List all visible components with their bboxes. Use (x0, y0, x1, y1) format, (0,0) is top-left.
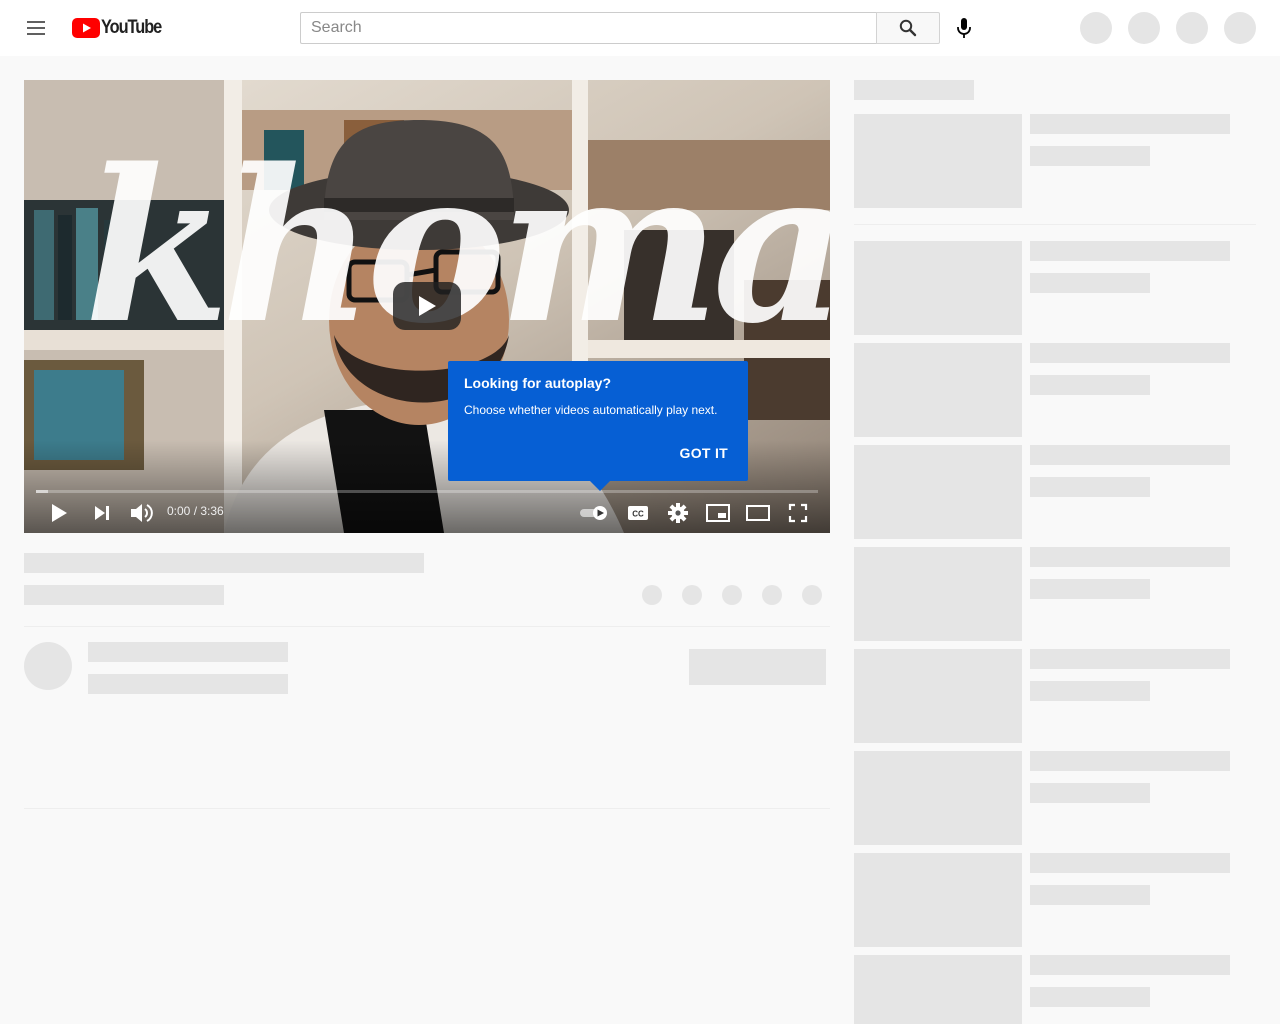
recommended-thumbnail-placeholder[interactable] (854, 751, 1022, 845)
recommended-title-placeholder (1030, 445, 1230, 465)
next-button[interactable] (86, 497, 118, 529)
avatar-placeholder[interactable] (1224, 12, 1256, 44)
captions-button[interactable]: CC (622, 497, 654, 529)
progress-bar-fill (36, 490, 48, 493)
apps-icon-placeholder[interactable] (1128, 12, 1160, 44)
video-title-overlay: khoma (84, 123, 830, 370)
settings-icon (668, 503, 688, 523)
play-button[interactable] (42, 497, 76, 529)
captions-icon: CC (628, 506, 648, 520)
recommended-meta-placeholder (1030, 375, 1150, 395)
voice-search-button[interactable] (948, 12, 980, 44)
mute-button[interactable] (124, 497, 158, 529)
settings-button[interactable] (662, 497, 694, 529)
divider (854, 224, 1256, 225)
svg-text:CC: CC (632, 510, 644, 519)
recommended-meta-placeholder (1030, 783, 1150, 803)
recommended-title-placeholder (1030, 547, 1230, 567)
channel-name-placeholder (88, 642, 288, 662)
fullscreen-icon (788, 503, 808, 523)
recommended-meta-placeholder (1030, 146, 1150, 166)
microphone-icon (957, 18, 971, 38)
search-button[interactable] (876, 12, 940, 44)
youtube-logo[interactable]: YouTube (72, 17, 171, 39)
divider (24, 808, 830, 809)
recommended-thumbnail-placeholder[interactable] (854, 445, 1022, 539)
recommended-thumbnail-placeholder[interactable] (854, 853, 1022, 947)
recommended-thumbnail-placeholder[interactable] (854, 241, 1022, 335)
recommended-meta-placeholder (1030, 885, 1150, 905)
recommended-title-placeholder (1030, 649, 1230, 669)
tooltip-arrow (590, 481, 610, 491)
search-box (300, 12, 876, 44)
search-icon (899, 19, 917, 37)
like-button-placeholder[interactable] (642, 585, 662, 605)
video-title-placeholder (24, 553, 424, 573)
notifications-icon-placeholder[interactable] (1176, 12, 1208, 44)
progress-bar[interactable] (36, 490, 818, 493)
recommended-title-placeholder (1030, 955, 1230, 975)
volume-icon (131, 504, 153, 522)
create-icon-placeholder[interactable] (1080, 12, 1112, 44)
save-button-placeholder[interactable] (762, 585, 782, 605)
channel-subs-placeholder (88, 674, 288, 694)
recommended-title-placeholder (1030, 853, 1230, 873)
up-next-label-placeholder (854, 80, 974, 100)
recommended-title-placeholder (1030, 241, 1230, 261)
video-info-placeholder (24, 585, 224, 605)
recommended-meta-placeholder (1030, 681, 1150, 701)
channel-avatar-placeholder[interactable] (24, 642, 72, 690)
autoplay-toggle-icon (580, 506, 607, 520)
menu-icon[interactable] (16, 8, 56, 48)
youtube-logo-icon (72, 18, 100, 38)
recommended-thumbnail-placeholder[interactable] (854, 547, 1022, 641)
recommended-meta-placeholder (1030, 579, 1150, 599)
dislike-button-placeholder[interactable] (682, 585, 702, 605)
recommended-meta-placeholder (1030, 987, 1150, 1007)
miniplayer-button[interactable] (702, 497, 734, 529)
recommended-meta-placeholder (1030, 477, 1150, 497)
theater-icon (746, 505, 770, 521)
recommended-title-placeholder (1030, 343, 1230, 363)
autoplay-tooltip: Looking for autoplay? Choose whether vid… (448, 361, 748, 491)
recommended-title-placeholder (1030, 114, 1230, 134)
play-icon (419, 296, 436, 316)
time-separator: / (190, 504, 201, 518)
recommended-title-placeholder (1030, 751, 1230, 771)
time-current: 0:00 (167, 504, 191, 518)
autoplay-toggle[interactable] (576, 497, 612, 529)
recommended-thumbnail-placeholder[interactable] (854, 343, 1022, 437)
subscribe-button-placeholder[interactable] (689, 649, 826, 685)
youtube-logo-text: YouTube (101, 17, 162, 38)
next-icon (95, 506, 109, 520)
time-total: 3:36 (200, 504, 224, 518)
fullscreen-button[interactable] (782, 497, 814, 529)
time-display: 0:00 / 3:36 (167, 504, 224, 518)
theater-mode-button[interactable] (742, 497, 774, 529)
search-input[interactable] (301, 13, 876, 43)
recommended-thumbnail-placeholder[interactable] (854, 649, 1022, 743)
large-play-button[interactable] (393, 282, 461, 330)
video-player[interactable]: khoma 0:00 / 3:36 CC Looking for autopla… (24, 80, 830, 533)
tooltip-title: Looking for autoplay? (464, 375, 611, 391)
miniplayer-icon (706, 504, 730, 522)
recommended-meta-placeholder (1030, 273, 1150, 293)
got-it-button[interactable]: GOT IT (680, 445, 728, 461)
divider (24, 626, 830, 627)
recommended-thumbnail-placeholder[interactable] (854, 955, 1022, 1024)
more-button-placeholder[interactable] (802, 585, 822, 605)
tooltip-body: Choose whether videos automatically play… (464, 403, 718, 417)
share-button-placeholder[interactable] (722, 585, 742, 605)
masthead: YouTube (0, 0, 1280, 56)
recommended-thumbnail-placeholder[interactable] (854, 114, 1022, 208)
play-icon (52, 504, 67, 522)
